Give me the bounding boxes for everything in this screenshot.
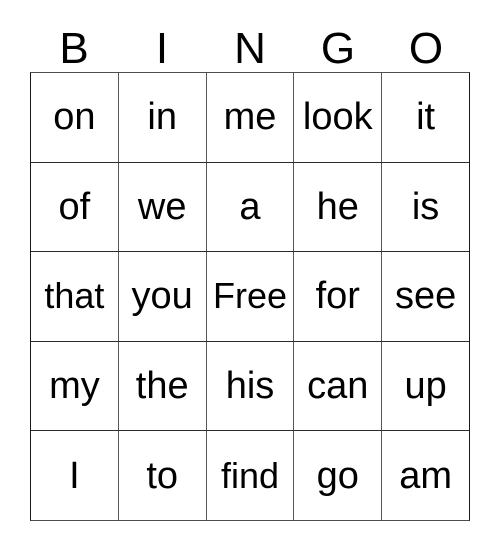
bingo-cell[interactable]: to (117, 431, 206, 520)
bingo-cell-label: a (239, 185, 261, 228)
bingo-cell-label: is (411, 185, 440, 228)
bingo-cell[interactable]: see (381, 252, 469, 341)
bingo-row: on in me look it (31, 73, 469, 162)
bingo-cell-label: find (220, 454, 280, 496)
bingo-cell[interactable]: a (205, 162, 294, 252)
bingo-header-letter-b: B (59, 24, 89, 73)
bingo-grid: on in me look it of we a he is that you … (30, 72, 470, 521)
bingo-cell[interactable]: that (31, 252, 118, 341)
bingo-cell[interactable]: me (205, 73, 294, 162)
bingo-cell[interactable]: on (31, 73, 118, 162)
bingo-cell[interactable]: up (381, 341, 469, 431)
bingo-cell-label: go (316, 454, 359, 497)
bingo-cell-label: look (302, 96, 373, 139)
bingo-cell-label: up (404, 365, 447, 408)
bingo-cell-label: me (223, 96, 277, 139)
bingo-cell[interactable]: you (117, 252, 206, 341)
bingo-card: B I N G O on in me look it of we a he is… (30, 18, 470, 521)
bingo-cell[interactable]: of (31, 163, 118, 252)
bingo-cell[interactable]: look (293, 73, 381, 162)
bingo-cell[interactable]: the (117, 341, 206, 431)
bingo-cell[interactable]: in (117, 73, 206, 162)
bingo-cell-label: his (225, 365, 275, 408)
bingo-row: my the his can up (31, 340, 469, 431)
bingo-cell[interactable]: my (31, 342, 118, 431)
bingo-cell[interactable]: can (293, 341, 381, 431)
bingo-cell-label: it (416, 96, 436, 139)
bingo-free-cell[interactable]: Free (205, 252, 294, 341)
bingo-cell-label: to (146, 454, 179, 497)
bingo-cell-label: the (135, 365, 189, 408)
bingo-cell[interactable]: it (381, 73, 469, 162)
bingo-cell-label: for (315, 275, 360, 318)
bingo-header-letter-n: N (234, 24, 266, 73)
bingo-cell-label: you (131, 275, 193, 318)
bingo-header-row: B I N G O (30, 18, 470, 72)
bingo-cell[interactable]: go (293, 431, 381, 520)
bingo-cell-label: that (44, 275, 105, 317)
bingo-cell-label: he (316, 185, 359, 228)
bingo-row: I to find go am (31, 430, 469, 520)
bingo-cell-label: on (53, 96, 96, 139)
bingo-cell[interactable]: am (381, 431, 469, 520)
bingo-cell[interactable]: for (293, 252, 381, 341)
bingo-cell-label: see (394, 275, 457, 318)
bingo-cell[interactable]: we (117, 162, 206, 252)
bingo-cell-label: we (137, 185, 187, 228)
bingo-cell-label: I (69, 454, 80, 497)
bingo-header-letter-g: G (320, 24, 356, 73)
bingo-row: that you Free for see (31, 251, 469, 341)
bingo-header-letter-i: I (155, 24, 169, 73)
bingo-cell-label: my (49, 365, 100, 408)
bingo-cell[interactable]: his (205, 341, 294, 431)
bingo-cell-label: in (147, 96, 177, 139)
bingo-cell-label: of (58, 185, 91, 228)
bingo-cell[interactable]: is (381, 162, 469, 252)
bingo-cell[interactable]: I (31, 431, 118, 520)
bingo-header-letter-o: O (408, 24, 444, 73)
bingo-cell[interactable]: find (205, 431, 294, 520)
bingo-free-label: Free (212, 275, 287, 317)
bingo-cell[interactable]: he (293, 162, 381, 252)
bingo-cell-label: am (399, 454, 452, 497)
bingo-cell-label: can (307, 365, 369, 408)
bingo-row: of we a he is (31, 161, 469, 252)
